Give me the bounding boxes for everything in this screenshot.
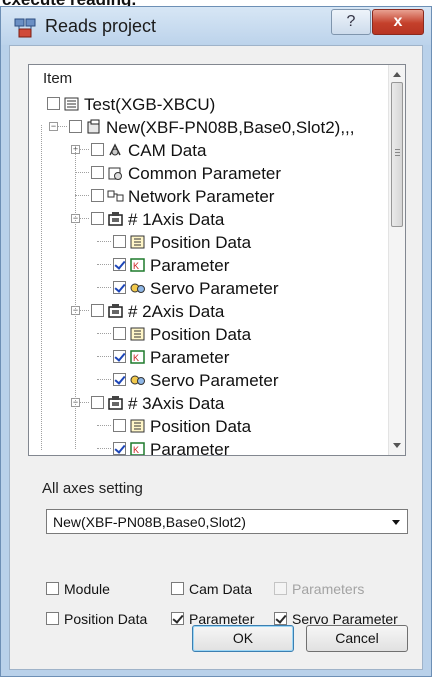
parameter-icon: K	[129, 441, 146, 455]
position-data-icon	[129, 326, 146, 342]
tree-row[interactable]: Position Data	[29, 231, 384, 253]
tree-row[interactable]: − # 2Axis Data	[29, 300, 384, 322]
tree-item-checkbox[interactable]	[91, 212, 104, 225]
common-parameter-icon	[107, 165, 124, 181]
tree-item-checkbox[interactable]	[113, 235, 126, 248]
position-data-label: Position Data	[64, 611, 148, 627]
help-button[interactable]: ?	[331, 9, 371, 35]
tree-item-checkbox[interactable]	[91, 396, 104, 409]
servo-parameter-icon	[129, 280, 146, 296]
scroll-down-icon[interactable]	[393, 443, 401, 448]
scroll-up-icon[interactable]	[393, 72, 401, 77]
tree-item-checkbox[interactable]	[69, 120, 82, 133]
axis-data-icon	[107, 211, 124, 227]
tree-item-label: # 3Axis Data	[128, 394, 225, 413]
tree-row[interactable]: Network Parameter	[29, 185, 384, 207]
tree-item-label: New(XBF-PN08B,Base0,Slot2),,,	[106, 118, 355, 137]
tree-item-label: Servo Parameter	[150, 371, 279, 390]
tree-row[interactable]: Servo Parameter	[29, 277, 384, 299]
tree-scrollbar[interactable]	[388, 65, 405, 455]
svg-text:K: K	[133, 261, 139, 271]
tree-item-label: # 1Axis Data	[128, 210, 225, 229]
checkbox-box[interactable]	[274, 612, 287, 625]
tree-item-label: Position Data	[150, 325, 252, 344]
title-bar[interactable]: Reads project ? x	[1, 7, 431, 45]
svg-text:K: K	[133, 353, 139, 363]
tree-row[interactable]: K Parameter	[29, 346, 384, 368]
checkbox-box[interactable]	[46, 582, 59, 595]
reads-project-icon	[14, 18, 36, 38]
parameter-icon: K	[129, 257, 146, 273]
tree-item-checkbox[interactable]	[91, 166, 104, 179]
tree-row[interactable]: − # 1Axis Data	[29, 208, 384, 230]
network-parameter-icon	[107, 188, 124, 204]
tree-item-checkbox[interactable]	[113, 281, 126, 294]
module-icon	[85, 119, 102, 135]
checkbox-box[interactable]	[46, 612, 59, 625]
plc-icon	[63, 96, 80, 112]
tree-row[interactable]: Servo Parameter	[29, 369, 384, 391]
tree-item-label: Test(XGB-XBCU)	[84, 95, 216, 114]
scroll-thumb[interactable]	[391, 82, 403, 227]
project-item-tree[interactable]: Item Test(XGB-XBCU) − New(XBF-PN08B,Base0,…	[28, 64, 406, 456]
tree-header-item: Item	[43, 70, 73, 87]
servo-parameter-icon	[129, 372, 146, 388]
dialog-body: Item Test(XGB-XBCU) − New(XBF-PN08B,Base0,…	[9, 45, 423, 670]
axis-data-icon	[107, 395, 124, 411]
collapse-icon[interactable]: −	[49, 122, 58, 131]
tree-item-checkbox[interactable]	[91, 189, 104, 202]
reads-project-dialog: Reads project ? x Item Test(XGB-XBCU) − Ne…	[0, 6, 432, 677]
module-select-value: New(XBF-PN08B,Base0,Slot2)	[53, 514, 246, 530]
tree-row[interactable]: + CAM Data	[29, 139, 384, 161]
ok-button[interactable]: OK	[192, 625, 294, 652]
close-button[interactable]: x	[372, 9, 424, 35]
module-label: Module	[64, 581, 110, 597]
cam-data-icon	[107, 142, 124, 158]
module-select[interactable]: New(XBF-PN08B,Base0,Slot2)	[46, 509, 408, 534]
tree-item-checkbox[interactable]	[113, 350, 126, 363]
tree-row[interactable]: Common Parameter	[29, 162, 384, 184]
tree-item-label: Servo Parameter	[150, 279, 279, 298]
tree-item-label: Position Data	[150, 417, 252, 436]
tree-item-label: Parameter	[150, 256, 230, 275]
checkbox-box[interactable]	[171, 582, 184, 595]
tree-item-checkbox[interactable]	[91, 143, 104, 156]
position-data-icon	[129, 418, 146, 434]
tree-item-checkbox[interactable]	[113, 442, 126, 455]
tree-item-label: # 2Axis Data	[128, 302, 225, 321]
tree-item-label: Common Parameter	[128, 164, 282, 183]
tree-item-checkbox[interactable]	[113, 373, 126, 386]
checkbox-box	[274, 582, 287, 595]
cam-data-label: Cam Data	[189, 581, 253, 597]
tree-row[interactable]: − # 3Axis Data	[29, 392, 384, 414]
tree-item-label: CAM Data	[128, 141, 207, 160]
axis-data-icon	[107, 303, 124, 319]
tree-item-label: Position Data	[150, 233, 252, 252]
tree-item-checkbox[interactable]	[47, 97, 60, 110]
svg-text:K: K	[133, 445, 139, 455]
tree-item-label: Parameter	[150, 348, 230, 367]
tree-item-checkbox[interactable]	[113, 419, 126, 432]
tree-item-label: Parameter	[150, 440, 230, 456]
parameters-label: Parameters	[292, 581, 365, 597]
tree-row[interactable]: Test(XGB-XBCU)	[29, 93, 384, 115]
tree-row[interactable]: K Parameter	[29, 438, 384, 456]
tree-row[interactable]: Position Data	[29, 323, 384, 345]
cancel-button[interactable]: Cancel	[306, 625, 408, 652]
tree-item-checkbox[interactable]	[91, 304, 104, 317]
tree-item-checkbox[interactable]	[113, 327, 126, 340]
position-data-icon	[129, 234, 146, 250]
tree-row[interactable]: K Parameter	[29, 254, 384, 276]
tree-row[interactable]: − New(XBF-PN08B,Base0,Slot2),,,	[29, 116, 384, 138]
chevron-down-icon[interactable]	[392, 520, 400, 525]
tree-row[interactable]: Position Data	[29, 415, 384, 437]
parameter-icon: K	[129, 349, 146, 365]
all-axes-setting-label: All axes setting	[42, 480, 143, 497]
checkbox-box[interactable]	[171, 612, 184, 625]
tree-item-checkbox[interactable]	[113, 258, 126, 271]
tree-item-label: Network Parameter	[128, 187, 275, 206]
dialog-title: Reads project	[45, 16, 157, 36]
